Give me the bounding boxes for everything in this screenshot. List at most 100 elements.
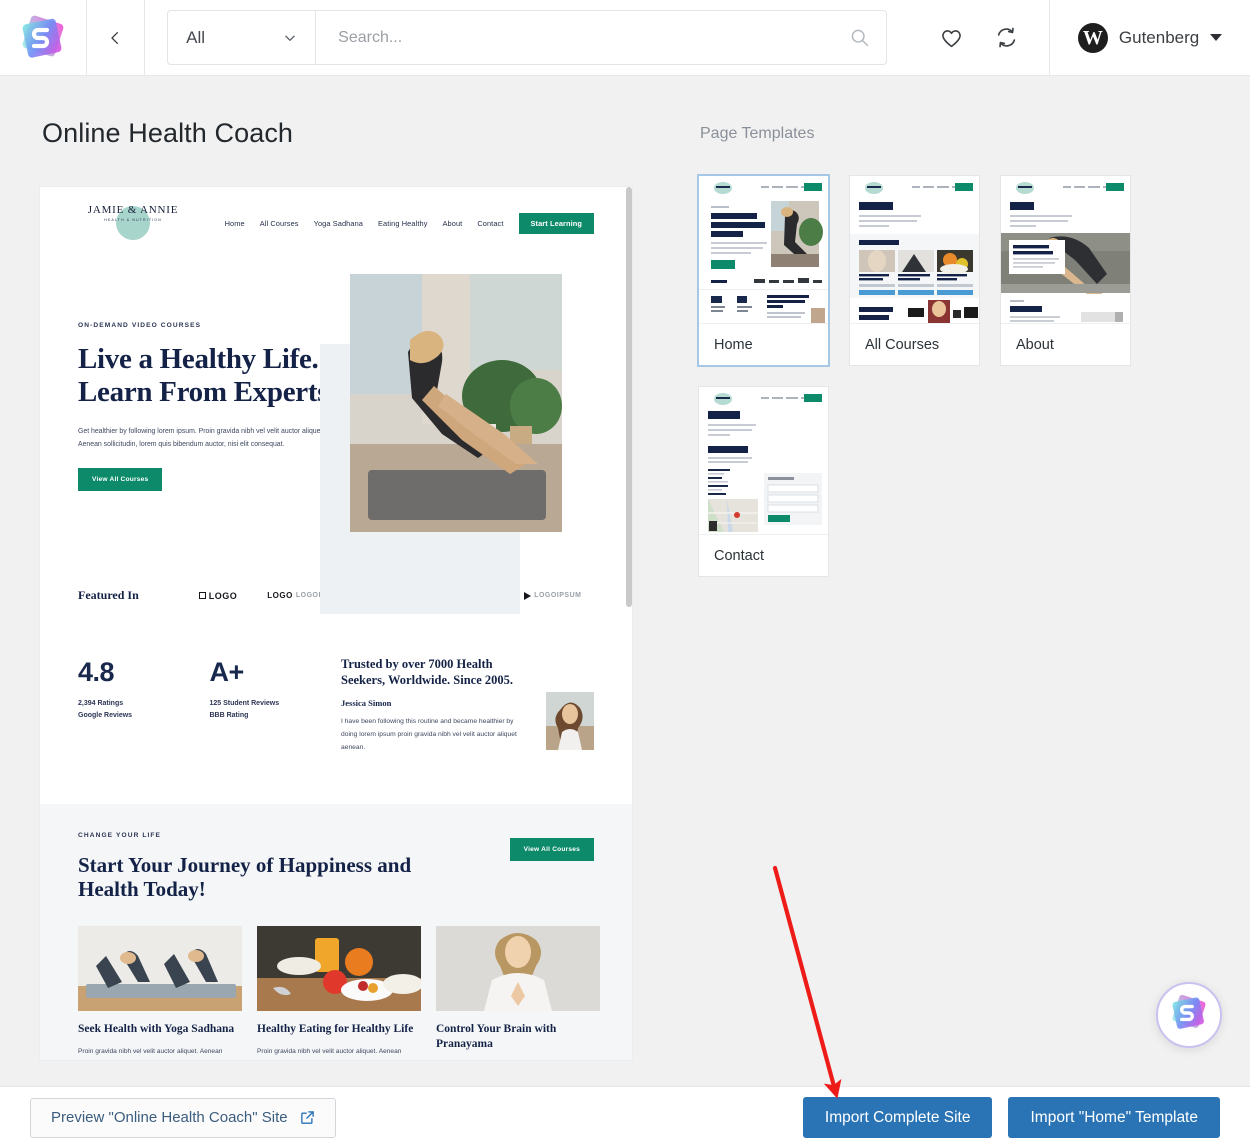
search-input[interactable] xyxy=(336,27,813,48)
journey-card-title: Control Your Brain with Pranayama xyxy=(436,1023,557,1050)
caret-down-icon xyxy=(1210,34,1223,41)
template-thumbnail-home xyxy=(699,176,828,324)
account-menu[interactable]: W Gutenberg xyxy=(1049,0,1250,75)
stat-grade-line2: BBB Rating xyxy=(209,712,249,720)
preview-nav-about: About xyxy=(442,218,463,228)
template-thumbnail-contact xyxy=(699,387,828,535)
top-toolbar: All Search... W Gutenberg xyxy=(0,0,1250,76)
journey-card-text: Proin gravida nibh vel velit auctor aliq… xyxy=(78,1047,223,1055)
template-card-all-courses[interactable]: All Courses xyxy=(849,175,980,366)
search-input-cell xyxy=(316,11,832,64)
heart-icon xyxy=(942,30,961,48)
stat-rating-line1: 2,394 Ratings xyxy=(78,700,124,707)
featured-in-heading: Featured In xyxy=(78,588,139,602)
template-thumbnail-about xyxy=(1001,176,1130,324)
preview-hero: ON-DEMAND VIDEO COURSES Live a Healthy L… xyxy=(40,252,632,614)
chevron-down-icon xyxy=(285,35,295,41)
journey-card-title: Healthy Eating for Healthy Life xyxy=(257,1023,414,1036)
preview-testimonial: Trusted by over 7000 Health Seekers, Wor… xyxy=(341,657,594,754)
journey-cta-button: View All Courses xyxy=(509,837,594,861)
journey-card-text: Proin gravida nibh vel velit auctor aliq… xyxy=(257,1047,402,1055)
stat-grade-value: A+ xyxy=(209,657,245,687)
site-preview-content: JAMIE & ANNIE HEALTH & NUTRITION Home Al… xyxy=(40,187,632,1060)
page-templates-grid: Home All Courses About Contact xyxy=(698,175,1210,577)
page-templates-column: Page Templates Home All Courses About Co… xyxy=(638,118,1210,1060)
favorites-button[interactable] xyxy=(939,25,964,50)
main-stage: Online Health Coach JAMIE & ANNIE HEALTH… xyxy=(0,76,1250,1086)
import-home-template-button[interactable]: Import "Home" Template xyxy=(1008,1097,1220,1138)
preview-nav-cta-button: Start Learning xyxy=(518,212,594,234)
testimonial-avatar xyxy=(546,691,594,750)
template-label-about: About xyxy=(1016,336,1054,353)
preview-nav-contact: Contact xyxy=(477,218,504,228)
template-card-home[interactable]: Home xyxy=(698,175,829,366)
journey-card-image xyxy=(436,926,600,1012)
category-filter-select[interactable]: All xyxy=(168,11,317,64)
journey-card-image xyxy=(78,926,242,1012)
preview-site-nav: JAMIE & ANNIE HEALTH & NUTRITION Home Al… xyxy=(40,187,632,252)
template-label-all-courses: All Courses xyxy=(865,336,940,353)
wordpress-logo-icon: W xyxy=(1077,22,1108,53)
toolbar-icons xyxy=(909,0,1049,75)
stat-grade-line1: 125 Student Reviews xyxy=(209,700,280,707)
help-support-button[interactable] xyxy=(1156,982,1222,1048)
search-area: All xyxy=(145,0,909,75)
journey-heading: Start Your Journey of Happiness and Heal… xyxy=(78,852,412,902)
hero-paragraph: Get healthier by following lorem ipsum. … xyxy=(78,427,325,448)
brand-tagline: HEALTH & NUTRITION xyxy=(104,218,162,222)
stat-rating-value: 4.8 xyxy=(78,657,115,687)
template-label-home: Home xyxy=(714,336,753,353)
import-complete-site-button[interactable]: Import Complete Site xyxy=(802,1097,993,1138)
starter-templates-logo-icon xyxy=(17,12,69,64)
app-logo[interactable] xyxy=(0,0,87,75)
preview-site-logo: JAMIE & ANNIE HEALTH & NUTRITION xyxy=(78,204,188,242)
journey-eyebrow: CHANGE YOUR LIFE xyxy=(78,831,162,839)
preview-site-label: Preview "Online Health Coach" Site xyxy=(51,1109,288,1126)
journey-cards: Seek Health with Yoga Sadhana Proin grav… xyxy=(78,926,600,1060)
template-card-contact[interactable]: Contact xyxy=(698,386,829,577)
preview-journey-section: CHANGE YOUR LIFE Start Your Journey of H… xyxy=(40,803,632,1060)
external-link-icon xyxy=(300,1111,314,1124)
category-filter-value: All xyxy=(186,27,206,47)
page-title: Online Health Coach xyxy=(42,118,294,148)
refresh-sync-icon xyxy=(997,27,1016,48)
hero-heading: Live a Healthy Life. Learn From Experts. xyxy=(78,343,336,408)
testimonial-author: Jessica Simon xyxy=(341,697,392,708)
journey-card: Healthy Eating for Healthy Life Proin gr… xyxy=(257,926,421,1060)
hero-cta-button: View All Courses xyxy=(78,468,163,492)
template-card-about[interactable]: About xyxy=(1000,175,1131,366)
journey-card: Control Your Brain with Pranayama Proin … xyxy=(436,926,600,1060)
search-box: All xyxy=(167,10,888,65)
template-label-contact: Contact xyxy=(714,547,764,564)
journey-card-title: Seek Health with Yoga Sadhana xyxy=(78,1023,235,1036)
preview-nav-all-courses: All Courses xyxy=(259,218,299,228)
journey-card: Seek Health with Yoga Sadhana Proin grav… xyxy=(78,926,242,1060)
brand-name: JAMIE & ANNIE xyxy=(87,204,179,216)
sync-button[interactable] xyxy=(994,25,1019,50)
hero-image xyxy=(350,274,562,532)
featured-logo-1: LOGO xyxy=(198,591,238,601)
featured-logo-5: LOGOIPSUM xyxy=(524,591,581,600)
page-templates-heading: Page Templates xyxy=(700,125,815,142)
journey-card-image xyxy=(257,926,421,1012)
preview-site-button[interactable]: Preview "Online Health Coach" Site xyxy=(30,1097,336,1138)
testimonial-heading: Trusted by over 7000 Health Seekers, Wor… xyxy=(341,657,513,687)
footer-actions: Import Complete Site Import "Home" Templ… xyxy=(802,1097,1220,1138)
back-button[interactable] xyxy=(87,0,146,75)
footer-bar: Preview "Online Health Coach" Site Impor… xyxy=(0,1086,1250,1148)
site-preview-frame[interactable]: JAMIE & ANNIE HEALTH & NUTRITION Home Al… xyxy=(40,187,632,1060)
starter-templates-logo-icon xyxy=(1168,992,1210,1039)
account-name: Gutenberg xyxy=(1118,27,1200,47)
search-submit-button[interactable] xyxy=(832,27,886,48)
stat-rating-line2: Google Reviews xyxy=(78,712,133,720)
template-thumbnail-all-courses xyxy=(850,176,979,324)
preview-stats: 4.8 2,394 Ratings Google Reviews A+ 125 … xyxy=(40,603,632,754)
hero-eyebrow: ON-DEMAND VIDEO COURSES xyxy=(78,322,202,329)
preview-nav-yoga-sadhana: Yoga Sadhana xyxy=(313,218,364,228)
site-preview-column: Online Health Coach JAMIE & ANNIE HEALTH… xyxy=(40,118,638,1060)
stat-grade: A+ 125 Student Reviews BBB Rating xyxy=(210,657,342,754)
stat-rating: 4.8 2,394 Ratings Google Reviews xyxy=(78,657,210,754)
preview-nav-eating-healthy: Eating Healthy xyxy=(378,218,428,228)
preview-nav-home: Home xyxy=(224,218,245,228)
preview-nav-links: Home All Courses Yoga Sadhana Eating Hea… xyxy=(224,212,594,234)
